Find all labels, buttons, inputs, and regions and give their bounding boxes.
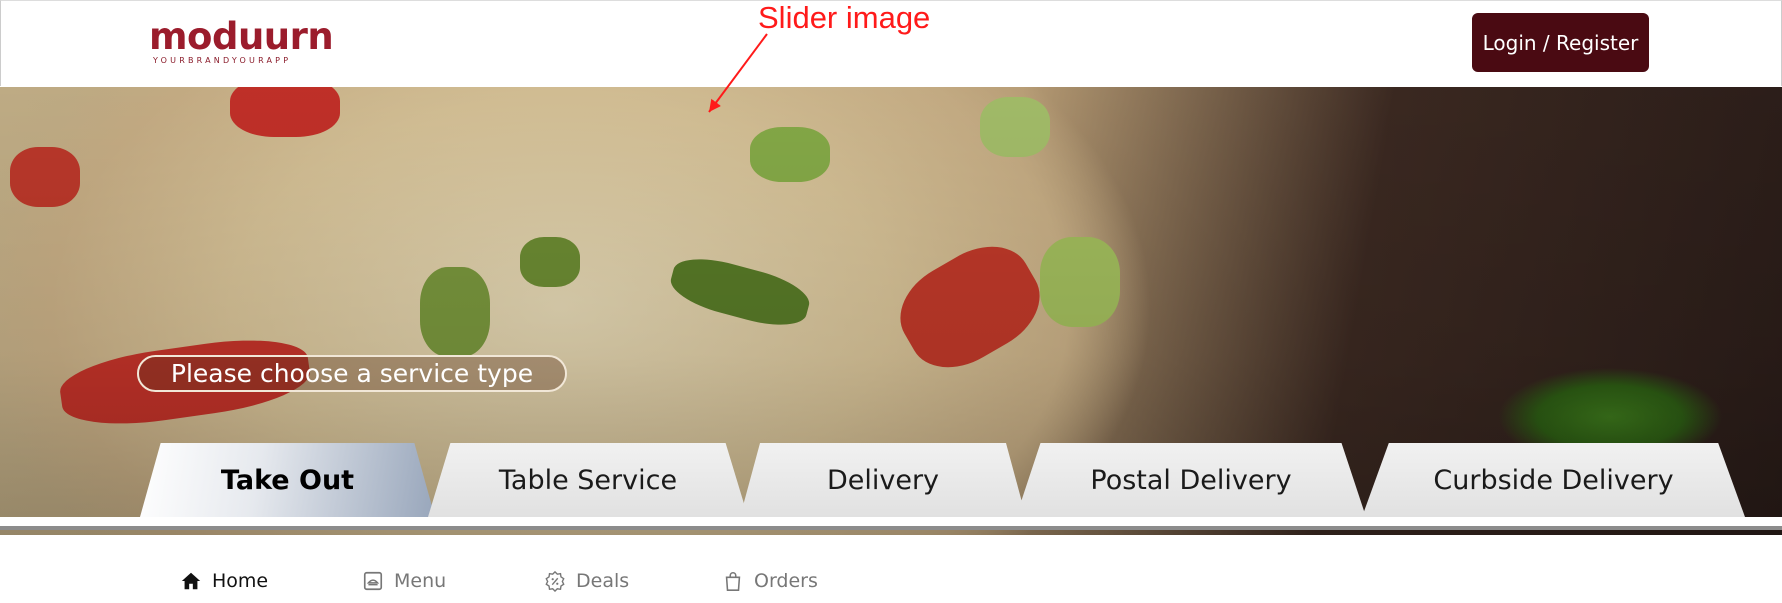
deals-icon bbox=[545, 570, 565, 592]
login-register-button[interactable]: Login / Register bbox=[1472, 13, 1649, 72]
nav-label: Orders bbox=[754, 570, 818, 592]
slider-annotation-label: Slider image bbox=[758, 0, 931, 35]
home-icon bbox=[181, 572, 201, 590]
nav-label: Home bbox=[212, 570, 269, 592]
nav-label: Menu bbox=[394, 570, 447, 592]
nav-deals[interactable]: Deals bbox=[544, 568, 629, 594]
menu-icon bbox=[363, 571, 383, 591]
tab-table-service[interactable]: Table Service bbox=[428, 443, 748, 517]
nav-label: Deals bbox=[576, 570, 630, 592]
tab-postal-delivery[interactable]: Postal Delivery bbox=[1016, 443, 1366, 517]
tab-curbside-delivery[interactable]: Curbside Delivery bbox=[1362, 443, 1745, 517]
service-type-prompt: Please choose a service type bbox=[137, 355, 567, 392]
brand-logo[interactable]: moduurn YOURBRANDYOURAPP bbox=[149, 15, 349, 67]
tab-rail bbox=[0, 517, 1782, 530]
nav-menu[interactable]: Menu bbox=[362, 568, 446, 594]
nav-home[interactable]: Home bbox=[180, 568, 268, 594]
tab-delivery[interactable]: Delivery bbox=[740, 443, 1026, 517]
nav-orders[interactable]: Orders bbox=[722, 568, 818, 594]
tab-take-out[interactable]: Take Out bbox=[140, 443, 435, 517]
orders-icon bbox=[725, 572, 741, 591]
brand-name: moduurn bbox=[149, 15, 334, 58]
